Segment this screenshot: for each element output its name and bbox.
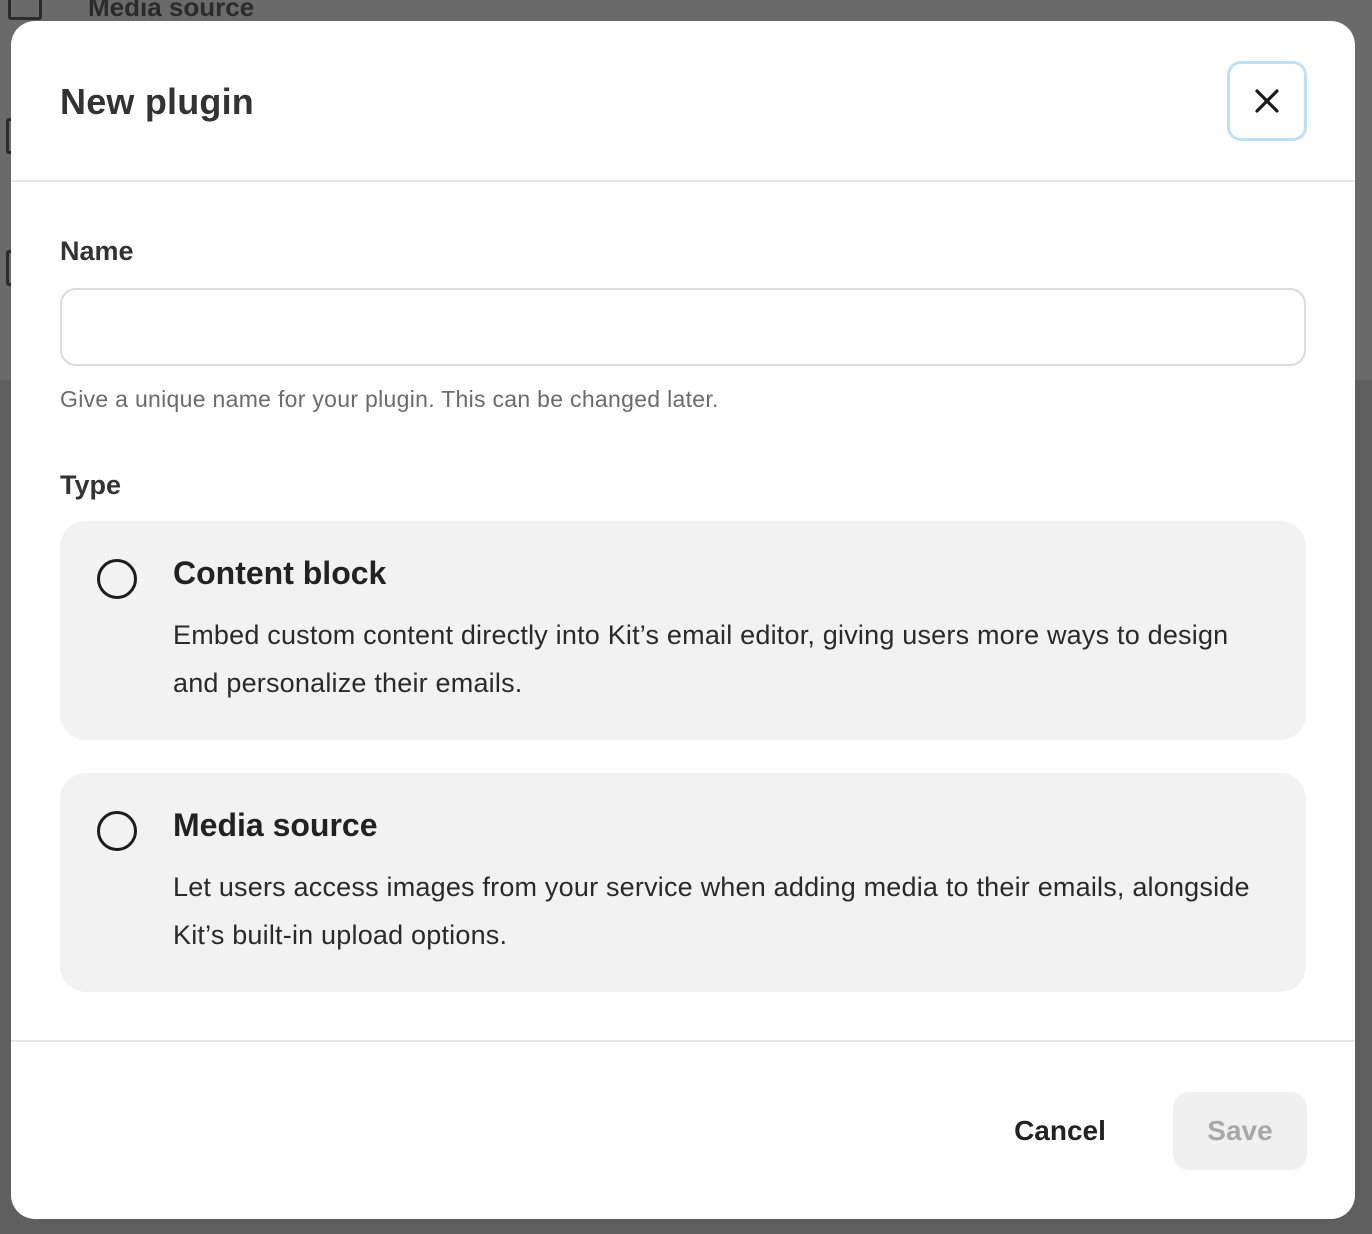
type-option-content-block[interactable]: Content block Embed custom content direc… (60, 521, 1306, 740)
name-input[interactable] (60, 288, 1306, 366)
option-title: Media source (173, 807, 378, 843)
dialog-header: New plugin (11, 21, 1355, 182)
radio-button[interactable] (97, 811, 137, 851)
type-label: Type (60, 470, 122, 500)
close-button[interactable] (1227, 61, 1307, 141)
background-row-label: Media source (88, 0, 255, 22)
name-label: Name (60, 236, 134, 266)
dialog-title: New plugin (60, 81, 254, 122)
name-help-text: Give a unique name for your plugin. This… (60, 386, 719, 412)
close-icon (1255, 89, 1279, 113)
option-description: Embed custom content directly into Kit’s… (173, 620, 1229, 698)
option-title: Content block (173, 555, 387, 591)
dialog-footer: Cancel Save (11, 1040, 1355, 1219)
type-option-media-source[interactable]: Media source Let users access images fro… (60, 773, 1306, 992)
radio-button[interactable] (97, 559, 137, 599)
new-plugin-dialog: New plugin Name Give a unique name for y… (11, 21, 1355, 1219)
option-description: Let users access images from your servic… (173, 872, 1250, 950)
image-icon (8, 0, 42, 20)
cancel-button[interactable]: Cancel (987, 1092, 1133, 1170)
save-button[interactable]: Save (1173, 1092, 1307, 1170)
